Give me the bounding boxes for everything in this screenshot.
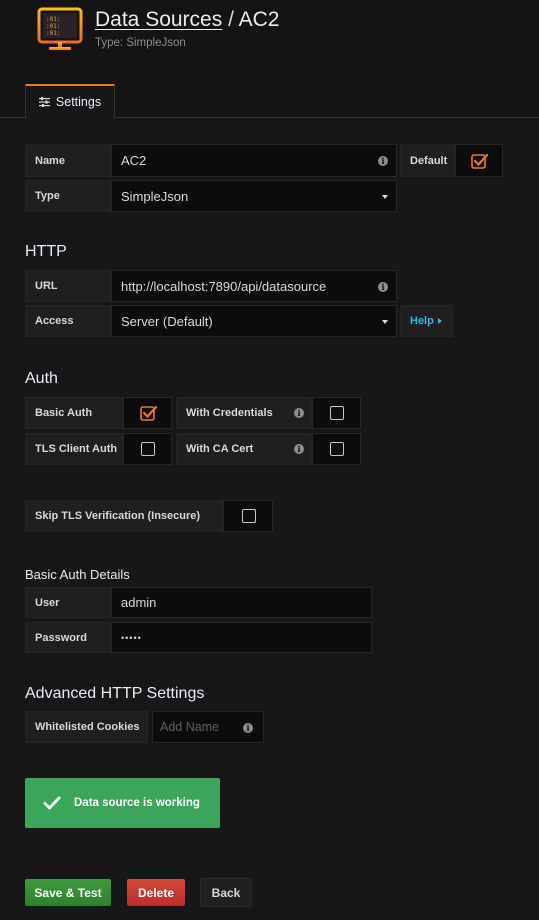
cookies-placeholder: Add Name: [160, 720, 220, 734]
checkbox-unchecked-icon: [330, 406, 344, 420]
checkbox-unchecked-icon: [330, 442, 344, 456]
back-button[interactable]: Back: [200, 878, 252, 907]
name-input[interactable]: AC2 i: [111, 144, 397, 177]
with-ca-cert-checkbox[interactable]: [312, 433, 361, 465]
info-icon[interactable]: i: [378, 282, 388, 292]
info-icon[interactable]: i: [243, 723, 253, 733]
name-label: Name: [25, 144, 111, 177]
checkbox-checked-icon: [471, 153, 489, 169]
datasource-title: AC2: [238, 8, 280, 31]
whitelisted-cookies-input[interactable]: Add Name i: [152, 711, 264, 743]
with-ca-cert-text: With CA Cert: [186, 443, 254, 455]
access-label: Access: [25, 305, 111, 337]
svg-text::01:: :01:: [46, 16, 60, 23]
sliders-icon: [38, 97, 50, 107]
skip-tls-checkbox[interactable]: [223, 500, 273, 532]
url-input-value: http://localhost:7890/api/datasource: [121, 278, 327, 294]
success-alert: Data source is working: [25, 778, 220, 828]
with-ca-cert-label: With CA Cert i: [176, 433, 312, 465]
user-input-value: admin: [121, 595, 157, 610]
datasource-monitor-icon: :01: :01: :01:: [37, 7, 83, 50]
skip-tls-label: Skip TLS Verification (Insecure): [25, 500, 223, 532]
tab-settings-label: Settings: [55, 95, 102, 109]
check-icon: [43, 796, 61, 810]
alert-text: Data source is working: [74, 797, 200, 809]
password-input[interactable]: •••••: [111, 622, 372, 653]
chevron-down-icon: [382, 320, 388, 324]
type-label: Type: [25, 180, 111, 212]
url-label: URL: [25, 270, 111, 302]
url-input[interactable]: http://localhost:7890/api/datasource i: [111, 270, 397, 302]
tab-settings[interactable]: Settings: [25, 84, 115, 118]
caret-right-icon: [437, 318, 442, 324]
with-credentials-text: With Credentials: [186, 407, 273, 419]
whitelisted-cookies-label: Whitelisted Cookies: [25, 711, 148, 743]
basic-auth-checkbox[interactable]: [123, 397, 172, 429]
access-select-value: Server (Default): [121, 313, 213, 329]
auth-heading: Auth: [25, 370, 58, 387]
type-select[interactable]: SimpleJson: [111, 180, 397, 212]
delete-button[interactable]: Delete: [127, 879, 185, 906]
help-label: Help: [410, 315, 434, 327]
save-and-test-button[interactable]: Save & Test: [25, 879, 111, 906]
page-title: Data Sources / AC2: [95, 8, 279, 32]
http-heading: HTTP: [25, 243, 67, 260]
chevron-down-icon: [382, 195, 388, 199]
password-label: Password: [25, 622, 111, 653]
with-credentials-checkbox[interactable]: [312, 397, 361, 429]
tls-client-auth-checkbox[interactable]: [123, 433, 172, 465]
type-select-value: SimpleJson: [121, 188, 189, 204]
name-input-value: AC2: [121, 153, 147, 168]
svg-text::01:: :01:: [46, 23, 60, 30]
checkbox-checked-icon: [140, 405, 158, 421]
svg-text::01:: :01:: [46, 30, 60, 37]
datasource-type-subtitle: Type: SimpleJson: [95, 37, 186, 49]
basic-auth-details-heading: Basic Auth Details: [25, 567, 130, 582]
info-icon[interactable]: i: [378, 156, 388, 166]
info-icon[interactable]: i: [294, 408, 304, 418]
basic-auth-label: Basic Auth: [25, 397, 123, 429]
checkbox-unchecked-icon: [242, 509, 256, 523]
breadcrumb-separator: /: [228, 8, 234, 31]
tls-client-auth-label: TLS Client Auth: [25, 433, 123, 465]
access-help-button[interactable]: Help: [400, 305, 453, 337]
breadcrumb-data-sources[interactable]: Data Sources: [95, 8, 222, 31]
info-icon[interactable]: i: [294, 444, 304, 454]
checkbox-unchecked-icon: [141, 442, 155, 456]
user-label: User: [25, 587, 111, 618]
default-label: Default: [400, 144, 455, 177]
with-credentials-label: With Credentials i: [176, 397, 312, 429]
password-input-value: •••••: [121, 632, 142, 643]
default-checkbox[interactable]: [455, 144, 503, 177]
access-select[interactable]: Server (Default): [111, 305, 397, 337]
advanced-http-heading: Advanced HTTP Settings: [25, 685, 205, 702]
user-input[interactable]: admin: [111, 587, 372, 618]
